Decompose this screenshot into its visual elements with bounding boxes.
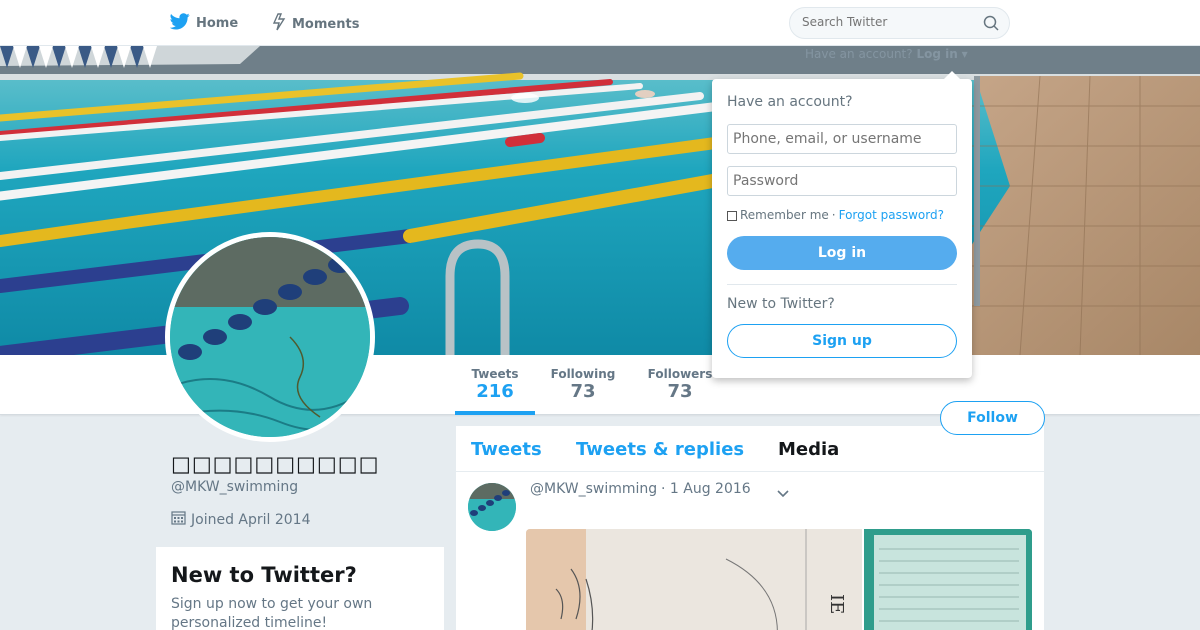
calendar-icon <box>171 510 186 529</box>
nav-moments-label: Moments <box>292 16 360 32</box>
remember-me-checkbox[interactable] <box>727 211 737 221</box>
stat-followers-value: 73 <box>667 381 693 402</box>
search-input[interactable] <box>802 15 972 29</box>
login-dropdown: Have an account? Remember me · Forgot pa… <box>712 79 972 378</box>
stat-tweets-value: 216 <box>476 381 514 402</box>
remember-row: Remember me · Forgot password? <box>727 208 944 222</box>
follow-button[interactable]: Follow <box>940 401 1045 435</box>
cover-login-hint: Have an account? Log in ▾ <box>805 47 968 61</box>
login-title: Have an account? <box>727 94 853 110</box>
active-tab-underline <box>455 411 535 415</box>
cover-login-link[interactable]: Log in <box>916 47 957 61</box>
search-icon[interactable] <box>983 15 999 35</box>
profile-display-name: □□□□□□□□□□ <box>171 452 380 476</box>
chevron-down-icon[interactable] <box>776 484 790 503</box>
separator-dot: · <box>831 208 836 222</box>
search-box <box>789 7 1010 39</box>
tweet-media-photo-sheet[interactable] <box>864 529 1032 630</box>
stat-following-value: 73 <box>570 381 596 402</box>
profile-avatar[interactable] <box>165 232 375 442</box>
tweet-author-handle[interactable]: @MKW_swimming <box>530 481 657 497</box>
stat-following-label: Following <box>550 367 616 381</box>
password-field[interactable] <box>727 166 957 196</box>
twitter-bird-icon <box>169 13 190 34</box>
new-to-twitter-label: New to Twitter? <box>727 296 835 312</box>
signup-card-text: Sign up now to get your own personalized… <box>171 596 373 630</box>
nav-home-link[interactable]: Home <box>169 13 239 34</box>
stat-tweets[interactable]: Tweets 216 <box>462 367 528 402</box>
joined-label: Joined April 2014 <box>191 511 311 528</box>
profile-screen-name[interactable]: @MKW_swimming <box>171 479 298 495</box>
svg-text:IE: IE <box>826 594 847 614</box>
tweet-avatar[interactable] <box>468 483 516 531</box>
nav-moments-link[interactable]: Moments <box>272 13 359 35</box>
signup-card: New to Twitter? Sign up now to get your … <box>156 547 444 630</box>
stat-followers-label: Followers <box>647 367 713 381</box>
tab-tweets[interactable]: Tweets <box>471 439 542 460</box>
login-button[interactable]: Log in <box>727 236 957 270</box>
stat-following[interactable]: Following 73 <box>548 367 618 402</box>
tweet-media-photo-notebook[interactable]: IE <box>526 529 862 630</box>
username-field[interactable] <box>727 124 957 154</box>
tab-media[interactable]: Media <box>778 439 839 460</box>
stat-followers[interactable]: Followers 73 <box>646 367 714 402</box>
signup-button[interactable]: Sign up <box>727 324 957 358</box>
top-navigation-bar: Home Moments <box>0 0 1200 46</box>
remember-me-label[interactable]: Remember me <box>740 208 829 222</box>
timeline: Tweets Tweets & replies Media @MKW_swimm… <box>456 426 1044 630</box>
login-panel-caret <box>944 71 960 79</box>
nav-home-label: Home <box>196 16 239 31</box>
forgot-password-link[interactable]: Forgot password? <box>839 208 944 222</box>
login-divider <box>727 284 957 285</box>
profile-joined-date: Joined April 2014 <box>171 510 311 529</box>
lightning-bolt-icon <box>272 13 286 35</box>
tweet-timestamp[interactable]: · 1 Aug 2016 <box>661 481 751 497</box>
stat-tweets-label: Tweets <box>471 367 519 381</box>
signup-card-title: New to Twitter? <box>171 563 357 587</box>
tab-tweets-and-replies[interactable]: Tweets & replies <box>576 439 744 460</box>
